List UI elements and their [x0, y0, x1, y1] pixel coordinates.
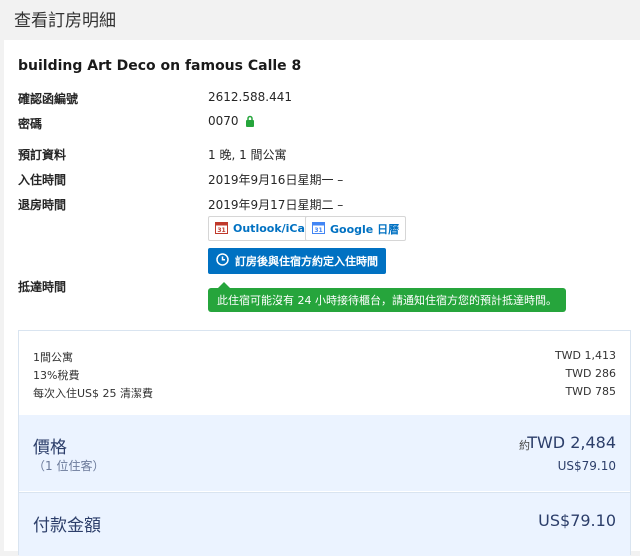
confirmation-label: 確認函編號: [18, 92, 79, 106]
details-label: 預訂資料: [18, 148, 67, 162]
pin-value: 0070: [208, 114, 239, 128]
payment-label: 付款金額: [33, 516, 101, 536]
clock-icon: [216, 253, 229, 269]
outlook-ical-button[interactable]: 31 Outlook/iCal: [208, 216, 316, 241]
lock-icon: [245, 115, 255, 130]
arrival-label: 抵達時間: [18, 280, 67, 294]
line-item-label: 13%稅費: [33, 369, 80, 382]
total-price-usd: US$79.10: [557, 459, 616, 473]
price-line-items: 1間公寓 TWD 1,413 13%稅費 TWD 286 每次入住US$ 25 …: [19, 331, 630, 415]
google-calendar-icon: 31: [312, 221, 325, 237]
arrival-tooltip: 此住宿可能沒有 24 小時接待櫃台，請通知住宿方您的預計抵達時間。: [208, 282, 566, 312]
svg-text:31: 31: [314, 227, 322, 234]
booking-card: building Art Deco on famous Calle 8 確認函編…: [4, 40, 640, 556]
google-calendar-label: Google 日曆: [330, 222, 400, 236]
calendar-icon: 31: [215, 221, 228, 237]
line-item-amount: TWD 1,413: [554, 349, 616, 362]
pin-row: 0070: [208, 114, 255, 130]
payment-section: 付款金額 US$79.10: [19, 492, 630, 556]
line-item-amount: TWD 785: [565, 385, 616, 398]
page-header: 查看訂房明細: [0, 0, 640, 38]
total-price-twd: TWD 2,484: [527, 433, 616, 452]
set-arrival-time-label: 訂房後與住宿方約定入住時間: [235, 255, 378, 268]
checkin-value: 2019年9月16日星期一 –: [208, 173, 344, 187]
pin-label: 密碼: [18, 117, 43, 131]
line-item-label: 每次入住US$ 25 清潔費: [33, 387, 154, 400]
price-total-section: 價格 （1 位住客） 約 TWD 2,484 US$79.10: [19, 415, 630, 491]
confirmation-value: 2612.588.441: [208, 90, 292, 104]
price-summary: 1間公寓 TWD 1,413 13%稅費 TWD 286 每次入住US$ 25 …: [18, 330, 631, 556]
line-item-label: 1間公寓: [33, 351, 73, 364]
hotel-name: building Art Deco on famous Calle 8: [18, 58, 302, 74]
set-arrival-time-button[interactable]: 訂房後與住宿方約定入住時間: [208, 248, 386, 274]
checkout-label: 退房時間: [18, 198, 67, 212]
price-label: 價格: [33, 438, 67, 458]
google-calendar-button[interactable]: 31 Google 日曆: [305, 216, 407, 241]
checkout-value: 2019年9月17日星期二 –: [208, 198, 344, 212]
line-item-amount: TWD 286: [565, 367, 616, 380]
details-value: 1 晚, 1 間公寓: [208, 148, 287, 162]
guest-count: （1 位住客）: [33, 459, 105, 473]
payment-amount: US$79.10: [538, 511, 616, 530]
page-title: 查看訂房明細: [14, 11, 116, 31]
checkin-label: 入住時間: [18, 173, 67, 187]
svg-text:31: 31: [217, 227, 225, 234]
outlook-ical-label: Outlook/iCal: [233, 222, 309, 235]
